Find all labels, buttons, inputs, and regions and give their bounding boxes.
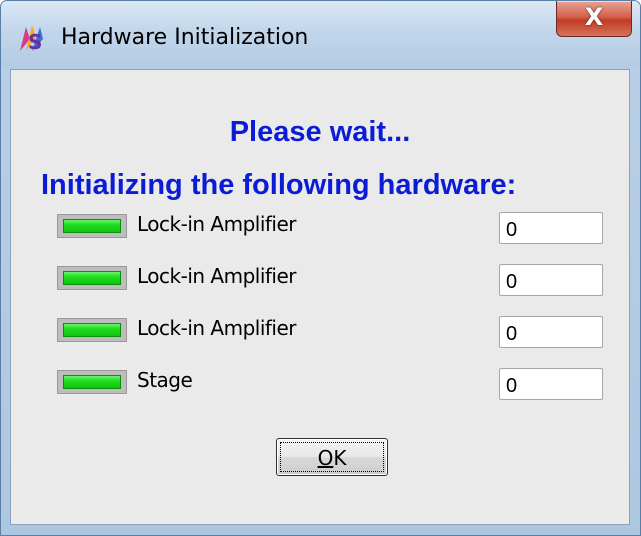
status-led-light — [63, 323, 121, 337]
hardware-label: Lock-in Amplifier — [137, 212, 297, 236]
status-led — [57, 266, 127, 290]
hardware-value-field[interactable]: 0 — [499, 264, 603, 296]
status-led-light — [63, 271, 121, 285]
hardware-label: Lock-in Amplifier — [137, 316, 297, 340]
status-led — [57, 214, 127, 238]
please-wait-heading: Please wait... — [229, 116, 411, 148]
app-logo-icon[interactable]: S — [16, 21, 50, 55]
hardware-value-field[interactable]: 0 — [499, 368, 603, 400]
window-title: Hardware Initialization — [61, 25, 309, 50]
dialog-window: S Hardware Initialization X Please wait.… — [0, 0, 641, 536]
status-led-light — [63, 375, 121, 389]
hardware-row: Lock-in Amplifier 0 — [11, 208, 631, 252]
dialog-body: Please wait... Initializing the followin… — [10, 69, 630, 525]
initializing-heading: Initializing the following hardware: — [41, 169, 517, 201]
hardware-value-field[interactable]: 0 — [499, 212, 603, 244]
hardware-row: Stage 0 — [11, 364, 631, 408]
hardware-row: Lock-in Amplifier 0 — [11, 260, 631, 304]
status-led — [57, 318, 127, 342]
title-bar[interactable]: S Hardware Initialization X — [1, 1, 640, 69]
svg-text:S: S — [28, 30, 42, 54]
close-icon: X — [584, 3, 604, 31]
hardware-label: Stage — [137, 368, 193, 392]
ok-button-label: OK — [317, 446, 347, 470]
status-led — [57, 370, 127, 394]
hardware-row: Lock-in Amplifier 0 — [11, 312, 631, 356]
status-led-light — [63, 219, 121, 233]
hardware-label: Lock-in Amplifier — [137, 264, 297, 288]
hardware-value-field[interactable]: 0 — [499, 316, 603, 348]
close-button[interactable]: X — [556, 1, 632, 37]
ok-button[interactable]: OK — [276, 438, 388, 476]
